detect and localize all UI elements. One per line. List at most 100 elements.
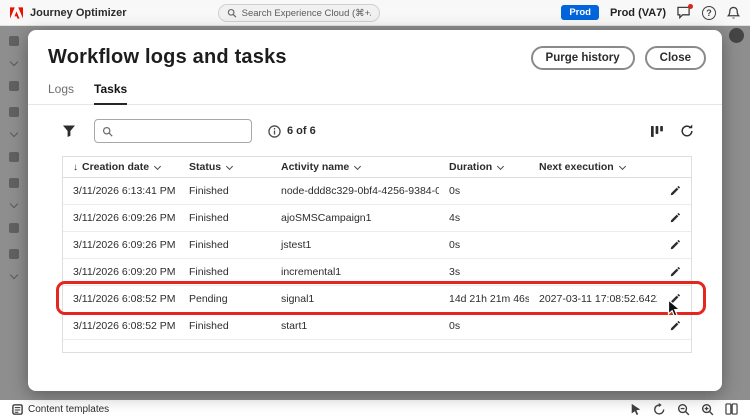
avatar[interactable] (729, 28, 744, 43)
table-row[interactable]: 3/11/2026 6:09:26 PM Finished ajoSMSCamp… (63, 205, 691, 232)
fit-to-screen-icon[interactable] (653, 403, 666, 416)
logs-tasks-tabs: Logs Tasks (28, 82, 722, 105)
edit-task-button[interactable] (667, 318, 683, 334)
column-label: Creation date (82, 161, 149, 173)
sort-descending-icon: ↓ (73, 162, 78, 173)
chevron-down-icon (497, 162, 504, 169)
table-search-input[interactable] (118, 125, 244, 137)
cell-status: Finished (179, 266, 271, 278)
notifications-bell-icon[interactable] (727, 6, 740, 20)
help-glyph: ? (702, 6, 716, 20)
audiences-icon[interactable] (9, 178, 19, 188)
notification-dot (688, 4, 693, 9)
left-nav-rail (5, 36, 23, 278)
search-icon (102, 126, 113, 137)
column-label: Duration (449, 161, 492, 173)
home-icon[interactable] (9, 36, 19, 46)
column-header-duration[interactable]: Duration (439, 161, 529, 173)
table-row[interactable]: 3/11/2026 6:08:52 PM Finished start1 0s (63, 313, 691, 340)
info-icon[interactable] (268, 125, 281, 138)
column-header-activity-name[interactable]: Activity name (271, 161, 439, 173)
column-header-creation-date[interactable]: ↓ Creation date (63, 161, 179, 173)
table-row[interactable]: 3/11/2026 6:13:41 PM Finished node-ddd8c… (63, 178, 691, 205)
edit-task-button[interactable] (667, 237, 683, 253)
cell-duration: 3s (439, 266, 529, 278)
table-row-highlighted[interactable]: 3/11/2026 6:08:52 PM Pending signal1 14d… (63, 286, 691, 313)
table-row[interactable]: 3/11/2026 6:09:20 PM Finished incrementa… (63, 259, 691, 286)
chevron-down-icon[interactable] (10, 271, 18, 279)
workflow-logs-modal: Workflow logs and tasks Purge history Cl… (28, 30, 722, 391)
status-bar-label: Content templates (28, 404, 109, 415)
app-name: Journey Optimizer (30, 7, 127, 19)
tab-logs[interactable]: Logs (48, 82, 74, 104)
filter-icon[interactable] (62, 124, 76, 138)
cell-creation-date: 3/11/2026 6:13:41 PM (63, 185, 179, 197)
chevron-down-icon[interactable] (10, 129, 18, 137)
environment-badge: Prod (561, 5, 599, 20)
cell-status: Finished (179, 320, 271, 332)
column-header-next-execution[interactable]: Next execution (529, 161, 657, 173)
cell-activity-name: ajoSMSCampaign1 (271, 212, 439, 224)
edit-task-button[interactable] (667, 183, 683, 199)
overview-panel-icon[interactable] (725, 403, 738, 415)
cell-duration: 4s (439, 212, 529, 224)
datasets-icon[interactable] (9, 223, 19, 233)
table-row[interactable]: 3/11/2026 6:09:26 PM Finished jstest1 0s (63, 232, 691, 259)
chevron-down-icon (619, 162, 626, 169)
cell-creation-date: 3/11/2026 6:09:26 PM (63, 212, 179, 224)
cell-activity-name: start1 (271, 320, 439, 332)
zoom-in-icon[interactable] (701, 403, 714, 416)
table-header-row: ↓ Creation date Status Activity name Dur… (63, 157, 691, 178)
cell-activity-name: node-ddd8c329-0bf4-4256-9384-01... (271, 185, 439, 197)
chevron-down-icon (354, 162, 361, 169)
profiles-icon[interactable] (9, 249, 19, 259)
experiments-icon[interactable] (9, 152, 19, 162)
cell-duration: 0s (439, 239, 529, 251)
help-icon[interactable]: ? (702, 6, 716, 20)
close-button[interactable]: Close (645, 46, 706, 70)
refresh-icon[interactable] (680, 124, 694, 138)
table-empty-space (63, 340, 691, 352)
cell-activity-name: signal1 (271, 293, 439, 305)
zoom-out-icon[interactable] (677, 403, 690, 416)
table-search-box[interactable] (94, 119, 252, 143)
cell-duration: 0s (439, 320, 529, 332)
cell-status: Finished (179, 185, 271, 197)
edit-task-button[interactable] (667, 264, 683, 280)
feedback-icon[interactable] (677, 6, 691, 19)
cell-status: Finished (179, 239, 271, 251)
global-search-input[interactable]: Search Experience Cloud (⌘+/) (218, 4, 380, 22)
pointer-tool-icon[interactable] (630, 403, 642, 416)
cell-creation-date: 3/11/2026 6:09:20 PM (63, 266, 179, 278)
chevron-down-icon (154, 162, 161, 169)
tab-tasks[interactable]: Tasks (94, 82, 127, 105)
environment-picker[interactable]: Prod (VA7) (610, 7, 666, 19)
top-app-bar: Journey Optimizer Search Experience Clou… (0, 0, 750, 26)
cell-status: Finished (179, 212, 271, 224)
journeys-icon[interactable] (9, 107, 19, 117)
column-header-status[interactable]: Status (179, 161, 271, 173)
chevron-down-icon (226, 162, 233, 169)
campaigns-icon[interactable] (9, 81, 19, 91)
edit-task-button[interactable] (667, 291, 683, 307)
cell-duration: 14d 21h 21m 46s (439, 293, 529, 305)
status-bar: Content templates (0, 400, 750, 418)
column-label: Next execution (539, 161, 614, 173)
cell-status: Pending (179, 293, 271, 305)
column-label: Activity name (281, 161, 349, 173)
edit-task-button[interactable] (667, 210, 683, 226)
column-label: Status (189, 161, 221, 173)
cell-activity-name: incremental1 (271, 266, 439, 278)
chevron-down-icon[interactable] (10, 200, 18, 208)
purge-history-button[interactable]: Purge history (531, 46, 635, 70)
cell-duration: 0s (439, 185, 529, 197)
chevron-down-icon[interactable] (10, 58, 18, 66)
table-toolbar: 6 of 6 (62, 117, 694, 145)
cell-creation-date: 3/11/2026 6:08:52 PM (63, 320, 179, 332)
results-count: 6 of 6 (287, 125, 316, 137)
cell-creation-date: 3/11/2026 6:08:52 PM (63, 293, 179, 305)
cell-activity-name: jstest1 (271, 239, 439, 251)
column-settings-icon[interactable] (650, 125, 664, 138)
adobe-logo-icon (10, 7, 23, 19)
cell-next-execution: 2027-03-11 17:08:52.642Z (529, 293, 657, 305)
